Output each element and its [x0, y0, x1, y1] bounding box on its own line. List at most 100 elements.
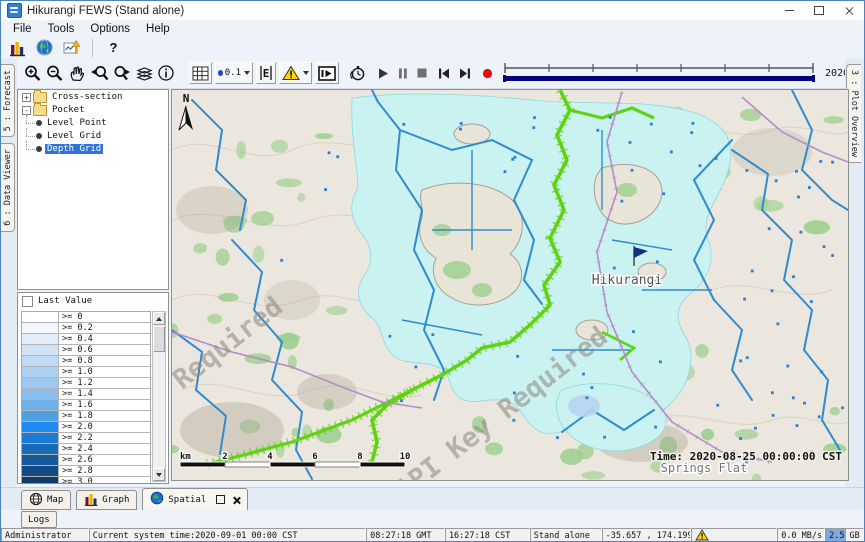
status-download-speed: 0.0 MB/s: [777, 528, 825, 542]
tab-spatial[interactable]: Spatial: [142, 488, 248, 511]
grid-display-button[interactable]: [189, 62, 212, 84]
first-frame-button[interactable]: [438, 65, 450, 82]
legend-row: >= 1.4: [22, 389, 150, 400]
tab-data-viewer[interactable]: 6 : Data Viewer: [1, 143, 15, 232]
map-viewport[interactable]: API Key Required API Key Required Hikura…: [171, 89, 849, 481]
legend-value-label: >= 1.4: [59, 389, 150, 399]
help-button[interactable]: ?: [103, 37, 124, 58]
app-icon: [7, 3, 22, 18]
legend-value-label: >= 1.0: [59, 367, 150, 377]
tree-item-label: Pocket: [50, 105, 87, 115]
title-bar[interactable]: Hikurangi FEWS (Stand alone): [1, 1, 864, 21]
menu-bar: FileToolsOptionsHelp: [1, 20, 864, 37]
import-status-icon[interactable]: [7, 37, 28, 58]
menu-options[interactable]: Options: [82, 22, 138, 36]
legend-row: >= 2.0: [22, 422, 150, 433]
time-series-dialog-icon[interactable]: [61, 37, 82, 58]
stop-button[interactable]: [417, 65, 427, 82]
status-mode: Stand alone: [530, 528, 602, 542]
logs-button[interactable]: Logs: [21, 511, 57, 528]
scroll-down-button[interactable]: [153, 468, 165, 481]
tab-label: Map: [47, 495, 63, 505]
zoom-next-button[interactable]: [112, 63, 132, 84]
globe-wire-icon: [29, 492, 43, 509]
legend-value-label: >= 3.0: [59, 477, 150, 484]
legend-row: >= 2.4: [22, 444, 150, 455]
movie-player-button[interactable]: [315, 62, 339, 84]
bullet-icon: [36, 120, 42, 126]
record-button[interactable]: [482, 65, 493, 82]
tree-item-level-point[interactable]: Level Point: [22, 117, 168, 129]
folder-icon: [33, 92, 47, 103]
logs-row: Logs: [1, 510, 864, 528]
status-text: Administrator: [5, 531, 72, 541]
maximize-button[interactable]: [804, 1, 834, 20]
close-panel-icon[interactable]: [232, 496, 240, 504]
warning-dropdown[interactable]: [279, 62, 312, 84]
map-display-icon[interactable]: [34, 37, 55, 58]
menu-help[interactable]: Help: [138, 22, 178, 36]
timeline-slider[interactable]: [502, 61, 816, 85]
threshold-dot-icon: [218, 70, 223, 76]
legend-scrollbar[interactable]: [152, 311, 166, 482]
last-value-label: Last Value: [38, 296, 92, 306]
status-text: Stand alone: [534, 531, 590, 541]
tree-connector: [22, 130, 36, 142]
tree-item-cross-section[interactable]: + Cross-section: [22, 91, 168, 103]
status-text: Current system time:2020-09-01 00:00 CST: [93, 531, 298, 541]
maximize-panel-icon[interactable]: [216, 495, 225, 504]
legend-table: >= 0>= 0.2>= 0.4>= 0.6>= 0.8>= 1.0>= 1.2…: [21, 311, 151, 483]
last-frame-button[interactable]: [459, 65, 471, 82]
legend-row: >= 1.0: [22, 367, 150, 378]
folder-icon: [33, 105, 47, 116]
tree-item-label: Cross-section: [50, 92, 124, 102]
chevron-down-icon: [244, 71, 250, 75]
close-button[interactable]: [834, 1, 864, 20]
scrollbar-thumb[interactable]: [153, 326, 165, 352]
pan-hand-button[interactable]: [67, 63, 86, 84]
legend-row: >= 1.6: [22, 400, 150, 411]
legend-value-label: >= 0.2: [59, 323, 150, 333]
tree-expander[interactable]: +: [22, 93, 31, 102]
legend-color-swatch: [22, 411, 59, 421]
tab-forecast[interactable]: 5 : Forecast: [1, 64, 15, 137]
svg-text:Hikurangi: Hikurangi: [592, 273, 662, 288]
adjust-time-button[interactable]: [348, 63, 367, 84]
tree-item-level-grid[interactable]: Level Grid: [22, 130, 168, 142]
tree-item-pocket[interactable]: - Pocket: [22, 104, 168, 116]
info-button[interactable]: [157, 63, 175, 84]
filter-tree-panel[interactable]: + Cross-section - Pocket Level Point Level Gr…: [17, 89, 169, 290]
menu-file[interactable]: File: [5, 22, 40, 36]
tree-expander[interactable]: -: [22, 106, 31, 115]
legend-color-swatch: [22, 444, 59, 454]
svg-text:km: km: [180, 452, 191, 462]
status-system-time: Current system time:2020-09-01 00:00 CST: [89, 528, 366, 542]
tree-connector: [22, 143, 36, 155]
legend-value-label: >= 1.6: [59, 400, 150, 410]
svg-text:N: N: [183, 92, 190, 105]
svg-text:4: 4: [267, 452, 273, 462]
tab-graph[interactable]: Graph: [76, 490, 137, 510]
last-value-checkbox[interactable]: [22, 296, 33, 307]
zoom-in-button[interactable]: [23, 63, 42, 84]
legend-value-label: >= 2.6: [59, 455, 150, 465]
minimize-button[interactable]: [774, 1, 804, 20]
status-user: Administrator: [1, 528, 89, 542]
legend-value-label: >= 2.2: [59, 433, 150, 443]
bottom-tab-bar: Map GraphSpatial: [1, 487, 864, 510]
longitudinal-profile-button[interactable]: E: [256, 62, 276, 84]
threshold-value: 0.1: [225, 68, 241, 78]
zoom-previous-button[interactable]: [89, 63, 109, 84]
layers-button[interactable]: [135, 63, 154, 84]
tab-map[interactable]: Map: [21, 490, 71, 510]
legend-color-swatch: [22, 323, 59, 333]
play-button[interactable]: [378, 65, 389, 82]
tree-item-depth-grid[interactable]: Depth Grid: [22, 143, 168, 155]
menu-tools[interactable]: Tools: [40, 22, 83, 36]
zoom-out-button[interactable]: [45, 63, 64, 84]
threshold-dropdown[interactable]: 0.1: [215, 62, 253, 84]
tree-item-label: Level Grid: [45, 131, 103, 141]
legend-row: >= 0.4: [22, 334, 150, 345]
pause-button[interactable]: [398, 65, 408, 82]
scroll-up-button[interactable]: [153, 312, 165, 325]
